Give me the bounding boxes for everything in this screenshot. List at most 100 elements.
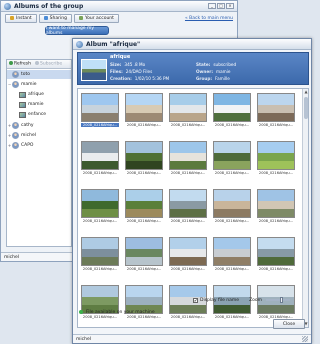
- photo-image[interactable]: [213, 189, 251, 218]
- photo-thumbnail[interactable]: 2008_0216Afriqu...: [169, 237, 207, 271]
- photo-caption: 2008_0216Afriqu...: [81, 123, 119, 127]
- photo-thumbnail[interactable]: 2008_0216Afriqu...: [213, 237, 251, 271]
- photo-thumbnail[interactable]: 2008_0216Afriqu...: [81, 189, 119, 223]
- tree-item-label: michel: [21, 133, 36, 138]
- display-file-name-checkbox[interactable]: ✔: [193, 297, 198, 303]
- photo-thumbnail[interactable]: 2008_0216Afriqu...: [257, 141, 295, 175]
- photo-thumbnail[interactable]: 2008_0216Afriqu...: [213, 189, 251, 223]
- photo-thumbnail[interactable]: 2008_0216Afriqu...: [213, 141, 251, 175]
- user-icon: [12, 71, 19, 78]
- scroll-thumb[interactable]: [304, 97, 308, 119]
- photo-thumbnail[interactable]: 2008_0216Afriqu...: [213, 93, 251, 127]
- album-icon: [19, 111, 26, 118]
- subscribe-label: Subscribe: [40, 61, 63, 67]
- photo-thumbnail[interactable]: 2008_0216Afriqu...: [125, 189, 163, 223]
- tree-item-album-enfance[interactable]: enfance: [19, 110, 46, 119]
- photo-image[interactable]: [169, 189, 207, 218]
- photo-thumbnail[interactable]: 2008_0216Afriqu...: [81, 93, 119, 127]
- tree-item-album-afrique[interactable]: afrique: [19, 90, 44, 99]
- photo-thumbnail[interactable]: 2008_0216Afriqu...: [169, 93, 207, 127]
- photo-thumbnail[interactable]: 2008_0216Afriqu...: [257, 93, 295, 127]
- available-text: File available on your machine: [86, 309, 155, 315]
- vertical-scrollbar[interactable]: ▲ ▼: [302, 89, 308, 327]
- photo-image[interactable]: [169, 141, 207, 170]
- info-files-value: 24/DAO Files: [125, 69, 153, 74]
- tree-item-mamie[interactable]: − mamie: [7, 80, 37, 89]
- photo-image[interactable]: [125, 189, 163, 218]
- photo-thumbnail[interactable]: 2008_0216Afriqu...: [81, 237, 119, 271]
- zoom-slider[interactable]: [266, 297, 291, 303]
- photo-image[interactable]: [125, 237, 163, 266]
- info-group-value: Famille: [215, 76, 230, 81]
- photo-thumbnail[interactable]: 2008_0216Afriqu...: [169, 141, 207, 175]
- maximize-button[interactable]: □: [217, 3, 225, 9]
- photo-image[interactable]: [257, 189, 295, 218]
- album-icon: [19, 101, 26, 108]
- thumbnail-grid[interactable]: ▲ ▼ 2008_0216Afriqu... 2008_0216Afriqu...…: [77, 88, 309, 328]
- user-icon: [12, 81, 19, 88]
- minimize-button[interactable]: _: [208, 3, 216, 9]
- back-to-main-menu-link[interactable]: « Back to main menu: [185, 16, 233, 21]
- info-owner-value: mamie: [216, 69, 231, 74]
- photo-caption: 2008_0216Afriqu...: [258, 219, 294, 223]
- tree-item-album-mamie[interactable]: mamie: [19, 100, 44, 109]
- photo-image[interactable]: [257, 93, 295, 122]
- refresh-button[interactable]: Refresh: [9, 61, 31, 67]
- photo-caption: 2008_0216Afriqu...: [170, 171, 206, 175]
- share-icon: [43, 16, 48, 20]
- photo-caption: 2008_0216Afriqu...: [214, 171, 250, 175]
- photo-image[interactable]: [213, 237, 251, 266]
- info-owner: Owner: mamie: [196, 69, 230, 75]
- close-window-button[interactable]: ×: [226, 3, 234, 9]
- photo-caption: 2008_0216Afriqu...: [126, 171, 162, 175]
- photo-caption: 2008_0216Afriqu...: [258, 267, 294, 271]
- photo-image[interactable]: [169, 93, 207, 122]
- photo-caption: 2008_0216Afriqu...: [214, 219, 250, 223]
- tree-item-toto[interactable]: toto: [7, 70, 71, 79]
- tab-instant[interactable]: Instant: [5, 13, 37, 23]
- tab-sharing[interactable]: Sharing: [38, 13, 72, 23]
- photo-image[interactable]: [257, 141, 295, 170]
- photo-image[interactable]: [81, 189, 119, 218]
- tab-your-account[interactable]: Your account: [73, 13, 119, 23]
- tree-item-michel[interactable]: + michel: [7, 131, 36, 140]
- photo-thumbnail[interactable]: 2008_0216Afriqu...: [257, 237, 295, 271]
- subscribe-button[interactable]: Subscribe: [35, 61, 62, 67]
- tree-item-cathy[interactable]: + cathy: [7, 121, 34, 130]
- album-cover-image: [81, 59, 107, 81]
- tree-item-label: CAPO: [21, 143, 34, 148]
- user-icon: [12, 122, 19, 129]
- photo-image[interactable]: [81, 93, 119, 122]
- group-tree-panel: Refresh Subscribe toto − mamie afrique m…: [6, 59, 72, 247]
- photo-image[interactable]: [213, 141, 251, 170]
- tree-item-label: mamie: [28, 102, 44, 107]
- photo-image[interactable]: [81, 141, 119, 170]
- dialog-titlebar[interactable]: Album "afrique": [73, 39, 311, 50]
- account-icon: [78, 16, 83, 20]
- photo-thumbnail[interactable]: 2008_0216Afriqu...: [81, 141, 119, 175]
- photo-image[interactable]: [257, 237, 295, 266]
- resize-grip-icon[interactable]: [302, 336, 308, 342]
- photo-image[interactable]: [125, 141, 163, 170]
- photo-thumbnail[interactable]: 2008_0216Afriqu...: [125, 237, 163, 271]
- photo-image[interactable]: [213, 93, 251, 122]
- tree-item-capo[interactable]: + CAPO: [7, 141, 33, 150]
- photo-thumbnail[interactable]: 2008_0216Afriqu...: [125, 93, 163, 127]
- star-icon: [10, 16, 14, 20]
- manage-albums-button[interactable]: I want to manage my albums: [45, 26, 109, 36]
- photo-thumbnail[interactable]: 2008_0216Afriqu...: [257, 189, 295, 223]
- photo-thumbnail[interactable]: 2008_0216Afriqu...: [125, 141, 163, 175]
- app-icon: [4, 2, 11, 10]
- photo-image[interactable]: [81, 237, 119, 266]
- photo-thumbnail[interactable]: 2008_0216Afriqu...: [169, 189, 207, 223]
- photo-image[interactable]: [169, 237, 207, 266]
- back-window-titlebar[interactable]: Albums of the group _ □ ×: [1, 1, 237, 12]
- album-name: afrique: [110, 54, 131, 60]
- zoom-slider-knob[interactable]: [280, 297, 284, 303]
- app-icon: [76, 40, 83, 48]
- info-state: State: subscribed: [196, 62, 236, 68]
- scroll-up-icon[interactable]: ▲: [303, 89, 308, 95]
- photo-image[interactable]: [125, 93, 163, 122]
- status-user: michel: [76, 336, 91, 342]
- close-button[interactable]: Close: [273, 319, 305, 329]
